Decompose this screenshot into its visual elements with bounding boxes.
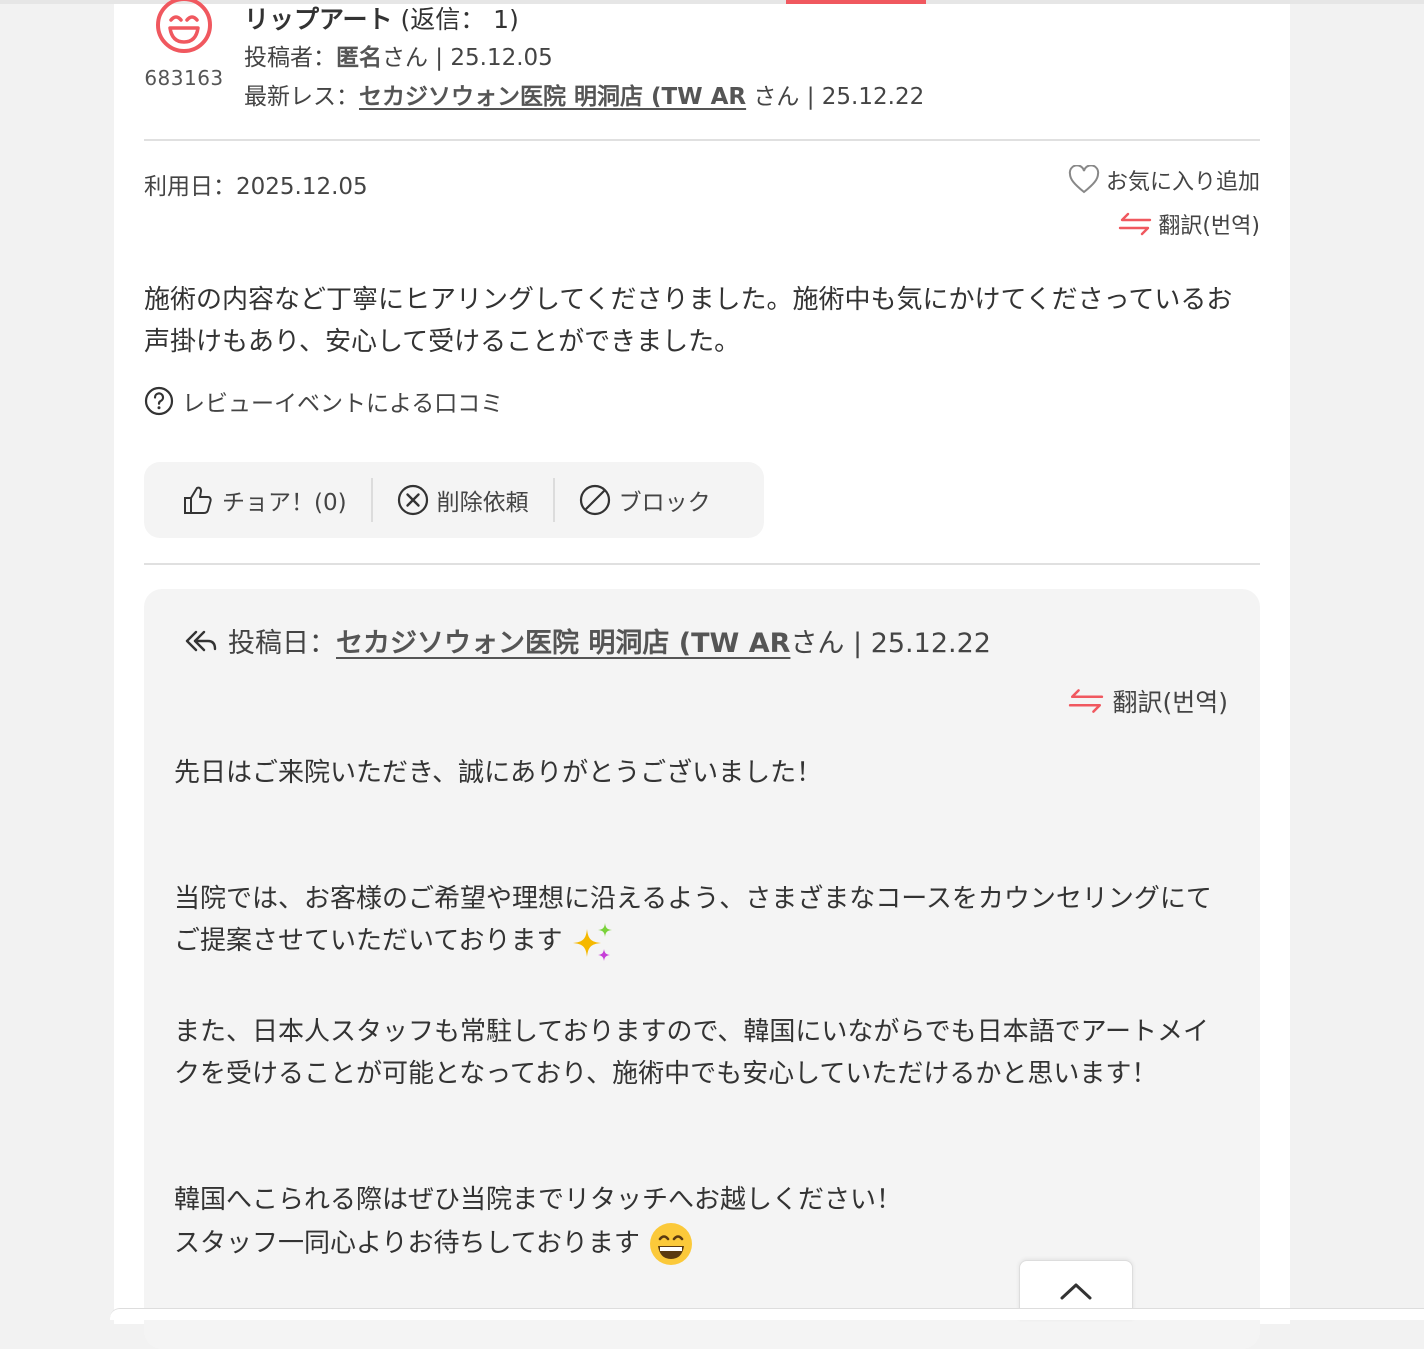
latest-prefix: 最新レス：	[244, 84, 359, 110]
author-name: 匿名	[336, 45, 382, 71]
favorite-label: お気に入り追加	[1105, 170, 1260, 195]
favorite-button[interactable]: お気に入り追加	[1068, 164, 1260, 196]
action-separator	[552, 478, 555, 522]
user-id: 683163	[144, 66, 224, 90]
use-date: 利用日：2025.12.05	[144, 174, 368, 200]
reply-translate-button[interactable]: 翻訳(번역)	[1068, 683, 1228, 719]
cheer-button[interactable]: チョア！(0)	[182, 483, 347, 517]
divider	[144, 563, 1260, 565]
review-event-note[interactable]: レビューイベントによる口コミ	[144, 384, 503, 418]
author-suffix: さん | 25.12.05	[382, 45, 553, 71]
review-text: 施術の内容など丁寧にヒアリングしてくださりました。施術中も気にかけてくださってい…	[144, 285, 1233, 357]
translate-label: 翻訳(번역)	[1158, 214, 1260, 239]
reply-translate-label: 翻訳(번역)	[1112, 688, 1228, 717]
reply-suffix: さん | 25.12.22	[790, 628, 991, 659]
review-card: 683163 リップアート (返信： 1) 投稿者：匿名さん | 25.12.0…	[114, 0, 1290, 1349]
post-meta: リップアート (返信： 1) 投稿者：匿名さん | 25.12.05 最新レス：…	[244, 2, 924, 118]
delete-label: 削除依頼	[436, 490, 529, 516]
action-bar: チョア！(0) 削除依頼 ブロック	[144, 462, 764, 538]
swap-arrows-icon	[1069, 689, 1104, 713]
reply-paragraph: また、日本人スタッフも常駐しておりますので、韓国にいながらでも日本語でアートメイ…	[174, 1016, 1210, 1089]
reply-author-link[interactable]: セカジソウォン医院 明洞店 (TW AR	[336, 628, 790, 659]
action-separator	[370, 478, 373, 522]
reply-header: 投稿日：セカジソウォン医院 明洞店 (TW ARさん | 25.12.22	[184, 621, 991, 660]
latest-reply-link[interactable]: セカジソウォン医院 明洞店 (TW AR	[359, 84, 746, 110]
reply-all-icon	[185, 630, 217, 651]
author-prefix: 投稿者：	[244, 45, 336, 71]
post-title-row: リップアート (返信： 1)	[244, 2, 924, 38]
sparkles-icon	[572, 922, 612, 961]
post-title[interactable]: リップアート	[244, 5, 393, 34]
latest-reply-line: 最新レス：セカジソウォン医院 明洞店 (TW AR さん | 25.12.22	[244, 77, 924, 118]
reply-paragraph: 先日はご来院いただき、誠にありがとうございました！	[174, 758, 823, 788]
reply-date-prefix: 投稿日：	[228, 628, 336, 659]
chevron-up-icon	[1060, 1283, 1092, 1299]
heart-outline-icon	[1068, 165, 1100, 194]
translate-button[interactable]: 翻訳(번역)	[1118, 208, 1260, 240]
grinning-face-icon	[650, 1222, 693, 1265]
latest-suffix: さん | 25.12.22	[746, 84, 925, 110]
bottom-sheet-edge	[110, 1308, 1424, 1320]
x-circle-icon	[397, 484, 428, 516]
reply-box: 投稿日：セカジソウォン医院 明洞店 (TW ARさん | 25.12.22 翻訳…	[144, 589, 1260, 1349]
prohibited-icon	[579, 484, 610, 516]
block-button[interactable]: ブロック	[579, 483, 711, 517]
divider	[144, 139, 1260, 141]
reply-body: 先日はご来院いただき、誠にありがとうございました！ 当院では、お客様のご希望や理…	[174, 752, 1220, 1267]
reply-paragraph-text: 当院では、お客様のご希望や理想に沿えるよう、さまざまなコースをカウンセリングにて…	[174, 884, 1212, 956]
delete-request-button[interactable]: 削除依頼	[397, 483, 529, 517]
block-label: ブロック	[618, 490, 711, 516]
reply-count: (返信： 1)	[400, 5, 519, 34]
reply-paragraph: 当院では、お客様のご希望や理想に沿えるよう、さまざまなコースをカウンセリングにて…	[174, 878, 1220, 963]
question-circle-icon	[144, 386, 174, 416]
thumbs-up-icon	[184, 486, 212, 514]
reply-paragraph: 韓国へこられる際はぜひ当院までリタッチへお越しください！	[174, 1184, 903, 1215]
event-note-label: レビューイベントによる口コミ	[182, 391, 504, 417]
swap-arrows-icon	[1119, 212, 1152, 236]
reply-paragraph-text: スタッフ一同心よりお待ちしております	[174, 1228, 640, 1258]
user-block: 683163	[144, 0, 224, 90]
smile-face-icon	[156, 0, 212, 53]
cheer-label: チョア！(0)	[222, 490, 347, 516]
author-line: 投稿者：匿名さん | 25.12.05	[244, 38, 924, 79]
